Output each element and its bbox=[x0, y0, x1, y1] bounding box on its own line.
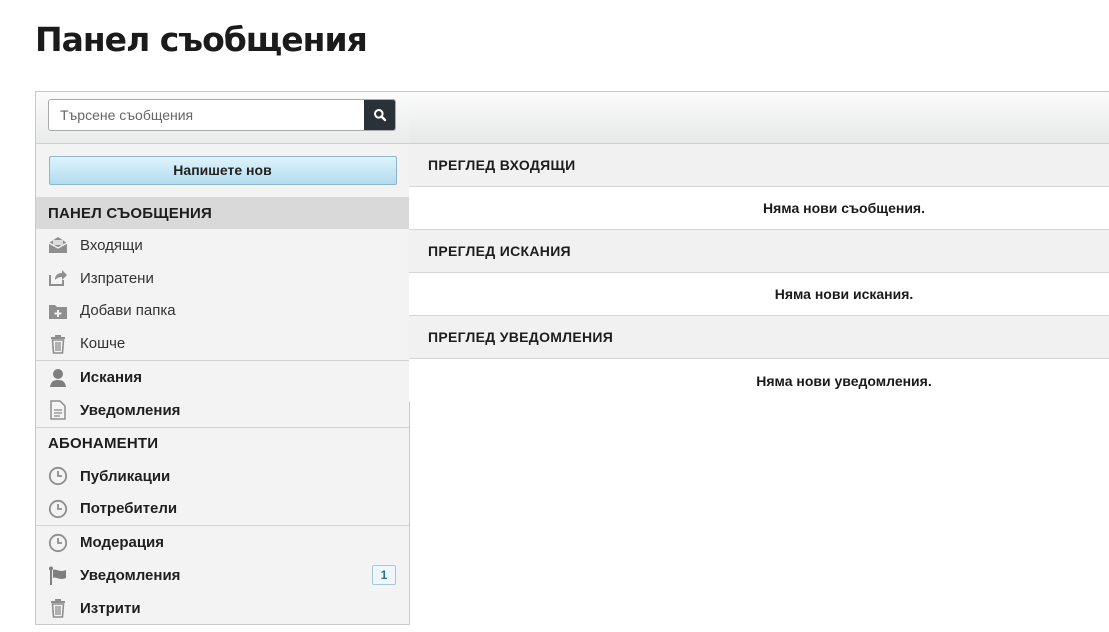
sent-icon bbox=[48, 268, 68, 288]
sidebar-item-label: Искания bbox=[80, 369, 143, 387]
sidebar-item-flag-notifications[interactable]: Уведомления 1 bbox=[36, 559, 409, 592]
sidebar-item-publications[interactable]: Публикации bbox=[36, 460, 409, 493]
sidebar-item-users[interactable]: Потребители bbox=[36, 493, 409, 526]
clock-icon bbox=[48, 533, 68, 553]
notification-count-badge: 1 bbox=[372, 565, 396, 586]
panel-message-requests: Няма нови искания. bbox=[409, 273, 1109, 316]
trash-icon bbox=[48, 598, 68, 619]
search-button[interactable] bbox=[364, 100, 395, 130]
search-icon bbox=[373, 109, 386, 122]
panel-message-notifications: Няма нови уведомления. bbox=[409, 359, 1109, 402]
sidebar-item-requests[interactable]: Искания bbox=[36, 361, 409, 394]
panel-header-notifications-overview: ПРЕГЛЕД УВЕДОМЛЕНИЯ bbox=[409, 316, 1109, 359]
sidebar: Напишете нов ПАНЕЛ СЪОБЩЕНИЯ Входящи Изп… bbox=[35, 91, 410, 625]
clock-icon bbox=[48, 466, 68, 486]
search-input[interactable] bbox=[49, 100, 364, 130]
compose-button[interactable]: Напишете нов bbox=[48, 156, 397, 185]
sidebar-item-sent[interactable]: Изпратени bbox=[36, 262, 409, 295]
panel-header-inbox-overview: ПРЕГЛЕД ВХОДЯЩИ bbox=[409, 144, 1109, 187]
user-icon bbox=[48, 368, 68, 388]
sidebar-item-label: Уведомления bbox=[80, 567, 181, 585]
add-folder-icon bbox=[48, 301, 68, 321]
page-title: Панел съобщения bbox=[35, 20, 368, 59]
sidebar-toolbar bbox=[36, 92, 409, 144]
sidebar-item-add-folder[interactable]: Добави папка bbox=[36, 295, 409, 328]
trash-icon bbox=[48, 334, 68, 354]
main-toolbar bbox=[409, 92, 1109, 144]
section-header-messages: ПАНЕЛ СЪОБЩЕНИЯ bbox=[36, 197, 409, 229]
compose-area: Напишете нов bbox=[36, 144, 409, 197]
sidebar-item-label: Изтрити bbox=[80, 599, 141, 617]
panel-header-requests-overview: ПРЕГЛЕД ИСКАНИЯ bbox=[409, 230, 1109, 273]
section-header-subscriptions: АБОНАМЕНТИ bbox=[48, 435, 159, 453]
sidebar-item-label: Публикации bbox=[80, 467, 171, 485]
document-icon bbox=[48, 400, 68, 421]
flag-icon bbox=[48, 566, 68, 586]
sidebar-item-notifications[interactable]: Уведомления bbox=[36, 394, 409, 427]
main-panel: ПРЕГЛЕД ВХОДЯЩИ Няма нови съобщения. ПРЕ… bbox=[409, 91, 1109, 402]
sidebar-item-label: Потребители bbox=[80, 500, 178, 518]
sidebar-item-label: Модерация bbox=[80, 534, 165, 552]
sidebar-item-deleted[interactable]: Изтрити bbox=[36, 592, 409, 625]
sidebar-item-label: Изпратени bbox=[80, 269, 154, 287]
sidebar-item-trash[interactable]: Кошче bbox=[36, 327, 409, 360]
sidebar-item-label: Входящи bbox=[80, 236, 143, 254]
search-box bbox=[48, 99, 396, 131]
sidebar-item-label: Добави папка bbox=[80, 302, 176, 320]
sidebar-item-inbox[interactable]: Входящи bbox=[36, 229, 409, 262]
inbox-icon bbox=[48, 235, 68, 255]
sidebar-item-moderation[interactable]: Модерация bbox=[36, 526, 409, 559]
panel-message-inbox: Няма нови съобщения. bbox=[409, 187, 1109, 230]
sidebar-item-label: Уведомления bbox=[80, 401, 181, 419]
clock-icon bbox=[48, 499, 68, 519]
sidebar-item-label: Кошче bbox=[80, 335, 126, 353]
